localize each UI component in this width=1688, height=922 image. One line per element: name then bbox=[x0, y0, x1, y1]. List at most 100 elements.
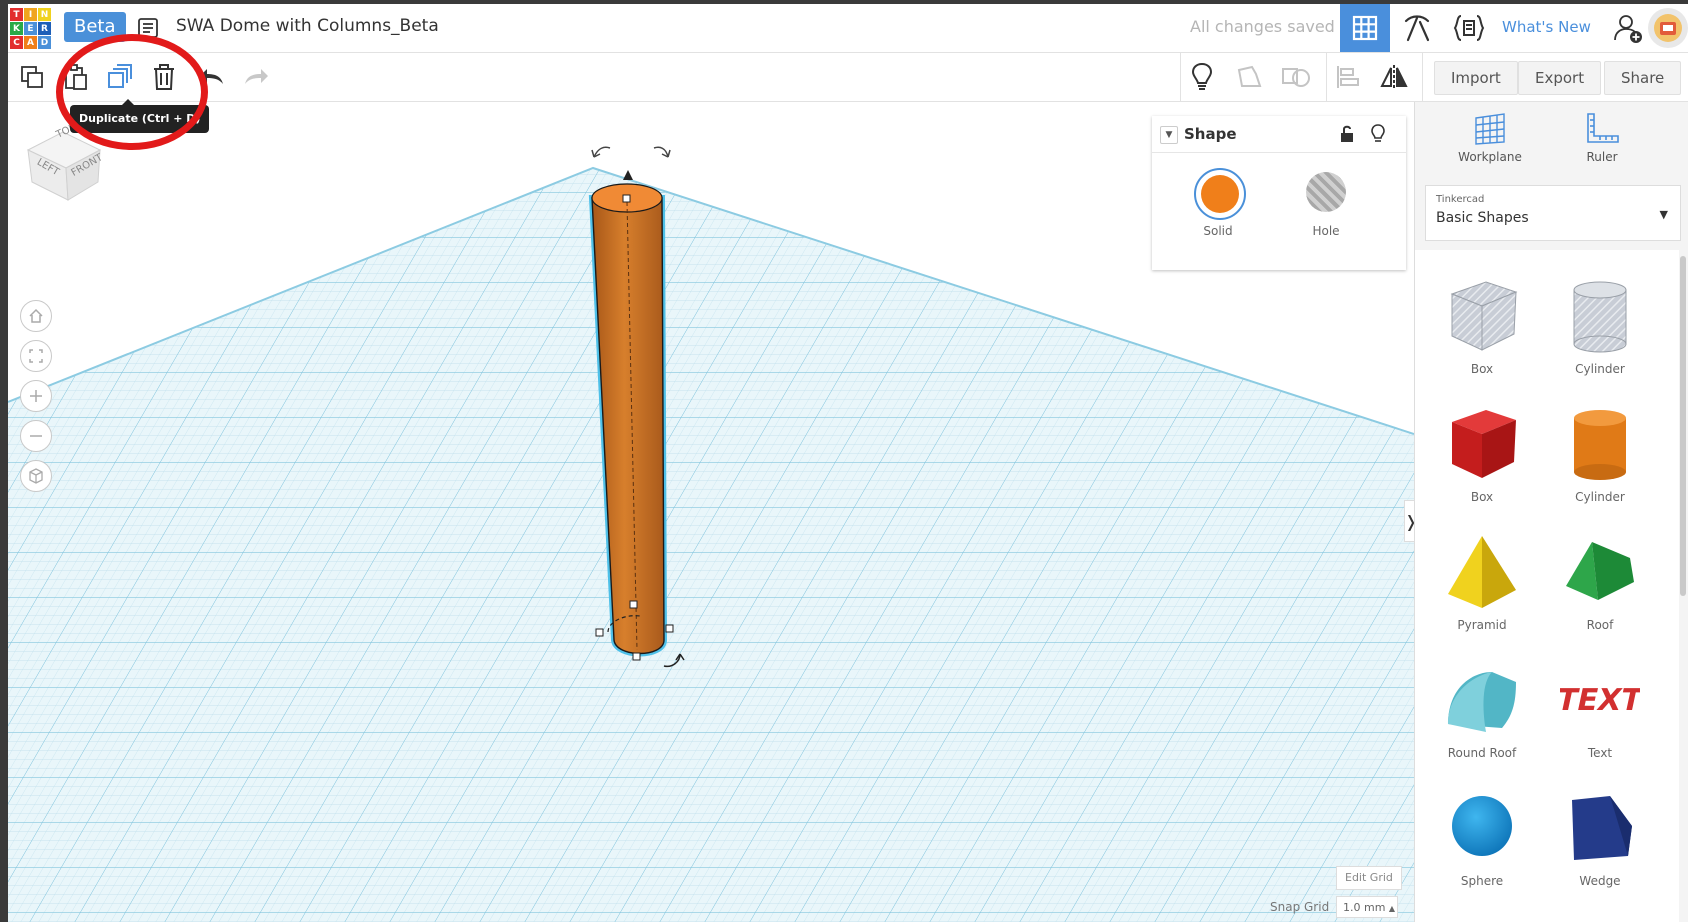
orthographic-view-button[interactable] bbox=[20, 460, 52, 492]
ruler-button[interactable]: Ruler bbox=[1557, 112, 1647, 172]
group-button[interactable] bbox=[1232, 59, 1268, 95]
whats-new-link[interactable]: What's New bbox=[1502, 18, 1591, 36]
shape-tile-text[interactable]: TEXT Text bbox=[1541, 658, 1659, 778]
logo-letter: E bbox=[24, 22, 37, 35]
edit-grid-button[interactable]: Edit Grid bbox=[1336, 866, 1402, 890]
fit-icon bbox=[29, 349, 43, 363]
hole-label: Hole bbox=[1312, 224, 1340, 238]
mirror-button[interactable] bbox=[1376, 59, 1412, 95]
shape-tile-cylinder[interactable]: Cylinder bbox=[1541, 402, 1659, 522]
logo-letter: N bbox=[38, 8, 51, 21]
logo-letter: C bbox=[10, 36, 23, 49]
hole-swatch[interactable] bbox=[1302, 168, 1350, 216]
share-button[interactable]: Share bbox=[1604, 61, 1682, 95]
shape-label: Roof bbox=[1586, 618, 1614, 632]
redo-icon bbox=[245, 69, 268, 84]
shapes-scrollbar[interactable] bbox=[1680, 256, 1686, 596]
grid-icon bbox=[1352, 15, 1378, 41]
pickaxe-icon bbox=[1404, 15, 1430, 42]
shape-label: Sphere bbox=[1460, 874, 1504, 888]
workplane-label: Workplane bbox=[1458, 150, 1522, 164]
annotation-circle bbox=[56, 34, 208, 150]
edit-toolbar: Import Export Share bbox=[8, 53, 1688, 102]
ruler-label: Ruler bbox=[1586, 150, 1618, 164]
shape-inspector-title: Shape bbox=[1184, 125, 1237, 143]
ungroup-icon bbox=[1282, 68, 1310, 87]
logo-letter: R bbox=[38, 22, 51, 35]
logo-letter: T bbox=[10, 8, 23, 21]
shape-tile-cylinder-hole[interactable]: Cylinder bbox=[1541, 274, 1659, 394]
3d-design-view-button[interactable] bbox=[1340, 4, 1390, 52]
invite-user-button[interactable] bbox=[1608, 4, 1648, 52]
cube-view-icon bbox=[29, 468, 43, 484]
document-title[interactable]: SWA Dome with Columns_Beta bbox=[176, 16, 439, 36]
snap-grid-label: Snap Grid bbox=[1270, 900, 1330, 914]
library-name: Basic Shapes bbox=[1436, 210, 1529, 226]
shape-tile-box-hole[interactable]: Box bbox=[1423, 274, 1541, 394]
logo-letter: K bbox=[10, 22, 23, 35]
shape-label: Text bbox=[1587, 746, 1613, 760]
snap-grid-select[interactable]: 1.0 mm ▲ bbox=[1336, 896, 1398, 918]
redo-button[interactable] bbox=[238, 59, 274, 95]
blocks-view-button[interactable] bbox=[1392, 4, 1442, 52]
save-status: All changes saved bbox=[1190, 17, 1335, 36]
show-hide-button[interactable] bbox=[1184, 59, 1220, 95]
shape-inspector-header: ▼ Shape bbox=[1152, 116, 1406, 153]
logo-letter: D bbox=[38, 36, 51, 49]
shape-tile-wedge[interactable]: Wedge bbox=[1541, 786, 1659, 906]
snap-grid-value: 1.0 mm bbox=[1343, 901, 1386, 914]
solid-label: Solid bbox=[1203, 224, 1233, 238]
shapes-panel: Workplane Ruler Tinkercad Basic Shapes ▼… bbox=[1414, 102, 1688, 922]
shape-tile-round-roof[interactable]: Round Roof bbox=[1423, 658, 1541, 778]
lock-icon[interactable] bbox=[1338, 124, 1356, 148]
tinkercad-app: T I N K E R C A D Beta SWA Dome with Col… bbox=[8, 4, 1688, 922]
align-button[interactable] bbox=[1330, 59, 1366, 95]
shape-inspector-panel: ▼ Shape Solid Hole bbox=[1152, 116, 1406, 270]
codeblocks-view-button[interactable] bbox=[1444, 4, 1494, 52]
logo-letter: A bbox=[24, 36, 37, 49]
top-bar: T I N K E R C A D Beta SWA Dome with Col… bbox=[8, 4, 1688, 53]
group-icon bbox=[1237, 65, 1262, 87]
align-icon bbox=[1337, 66, 1359, 88]
workplane-icon bbox=[1475, 113, 1505, 145]
shape-library-grid: Box Cylinder Box Cylinder Pyramid Roof R… bbox=[1415, 250, 1679, 922]
home-icon bbox=[29, 308, 43, 323]
fit-view-button[interactable] bbox=[20, 340, 52, 372]
code-blocks-icon bbox=[1453, 15, 1485, 41]
copy-icon bbox=[21, 66, 43, 88]
minus-icon bbox=[30, 435, 42, 437]
solid-color-swatch[interactable] bbox=[1194, 168, 1246, 220]
chevron-down-icon: ▼ bbox=[1659, 208, 1668, 221]
library-source: Tinkercad bbox=[1436, 194, 1485, 205]
user-add-icon bbox=[1614, 15, 1642, 43]
shape-label: Wedge bbox=[1579, 874, 1621, 888]
export-button[interactable]: Export bbox=[1518, 61, 1602, 95]
shape-label: Pyramid bbox=[1457, 618, 1507, 632]
ruler-icon bbox=[1587, 113, 1619, 143]
tinkercad-logo[interactable]: T I N K E R C A D bbox=[10, 8, 52, 50]
shape-label: Box bbox=[1470, 490, 1494, 504]
plus-icon bbox=[30, 390, 42, 402]
logo-letter: I bbox=[24, 8, 37, 21]
shape-label: Round Roof bbox=[1447, 746, 1517, 760]
workplane-button[interactable]: Workplane bbox=[1445, 112, 1535, 172]
shape-label: Cylinder bbox=[1575, 362, 1625, 376]
mirror-icon bbox=[1380, 65, 1408, 89]
lightbulb-icon bbox=[1191, 62, 1213, 90]
lightbulb-icon[interactable] bbox=[1370, 124, 1386, 148]
shape-tile-pyramid[interactable]: Pyramid bbox=[1423, 530, 1541, 650]
zoom-out-button[interactable] bbox=[20, 420, 52, 452]
ungroup-button[interactable] bbox=[1278, 59, 1314, 95]
zoom-in-button[interactable] bbox=[20, 380, 52, 412]
import-button[interactable]: Import bbox=[1434, 61, 1518, 95]
user-avatar[interactable] bbox=[1648, 8, 1688, 48]
shape-tile-sphere[interactable]: Sphere bbox=[1423, 786, 1541, 906]
copy-button[interactable] bbox=[14, 59, 50, 95]
shape-label: Box bbox=[1470, 362, 1494, 376]
shape-library-dropdown[interactable]: Tinkercad Basic Shapes ▼ bbox=[1425, 185, 1681, 241]
collapse-caret-icon[interactable]: ▼ bbox=[1160, 126, 1178, 144]
svg-text:TEXT: TEXT bbox=[1560, 683, 1640, 718]
shape-tile-box[interactable]: Box bbox=[1423, 402, 1541, 522]
home-view-button[interactable] bbox=[20, 300, 52, 332]
shape-tile-roof[interactable]: Roof bbox=[1541, 530, 1659, 650]
